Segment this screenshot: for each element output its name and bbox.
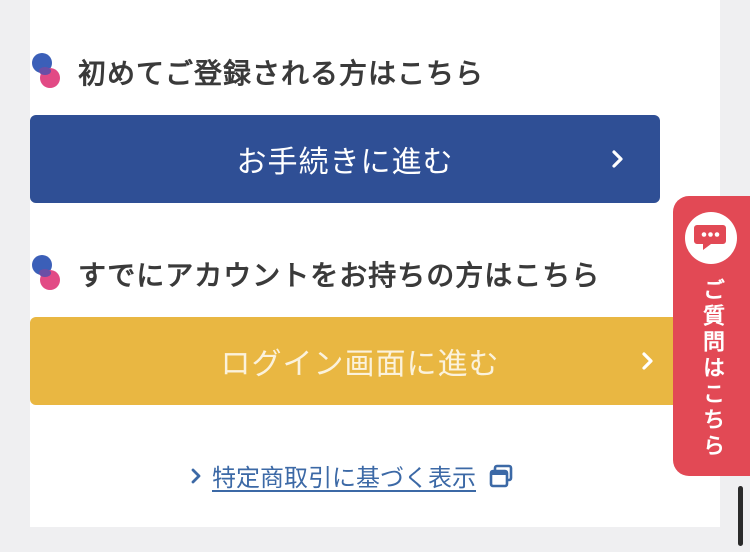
faq-tab-label: ご質問はこちら <box>699 278 724 460</box>
chevron-right-icon <box>191 468 201 483</box>
faq-tab[interactable]: ご質問はこちら <box>673 196 750 476</box>
proceed-register-button[interactable]: お手続きに進む <box>30 115 660 203</box>
proceed-login-label: ログイン画面に進む <box>220 347 500 382</box>
chat-bubble-icon <box>685 212 737 264</box>
proceed-register-label: お手続きに進む <box>236 145 454 180</box>
register-heading-text: 初めてご登録される方はこちら <box>78 57 485 90</box>
chevron-right-icon <box>642 352 653 370</box>
legal-notice-text[interactable]: 特定商取引に基づく表示 <box>212 458 476 493</box>
login-heading: すでにアカウントをお持ちの方はこちら <box>30 254 670 294</box>
scrollbar[interactable] <box>738 486 743 546</box>
login-heading-text: すでにアカウントをお持ちの方はこちら <box>78 259 601 292</box>
proceed-login-button[interactable]: ログイン画面に進む <box>30 317 690 405</box>
external-window-icon <box>489 464 513 487</box>
chevron-right-icon <box>612 150 623 168</box>
section-mark-icon <box>32 255 60 290</box>
register-heading: 初めてご登録される方はこちら <box>30 52 484 92</box>
section-mark-icon <box>32 53 60 88</box>
legal-notice-link[interactable]: 特定商取引に基づく表示 <box>190 458 514 493</box>
